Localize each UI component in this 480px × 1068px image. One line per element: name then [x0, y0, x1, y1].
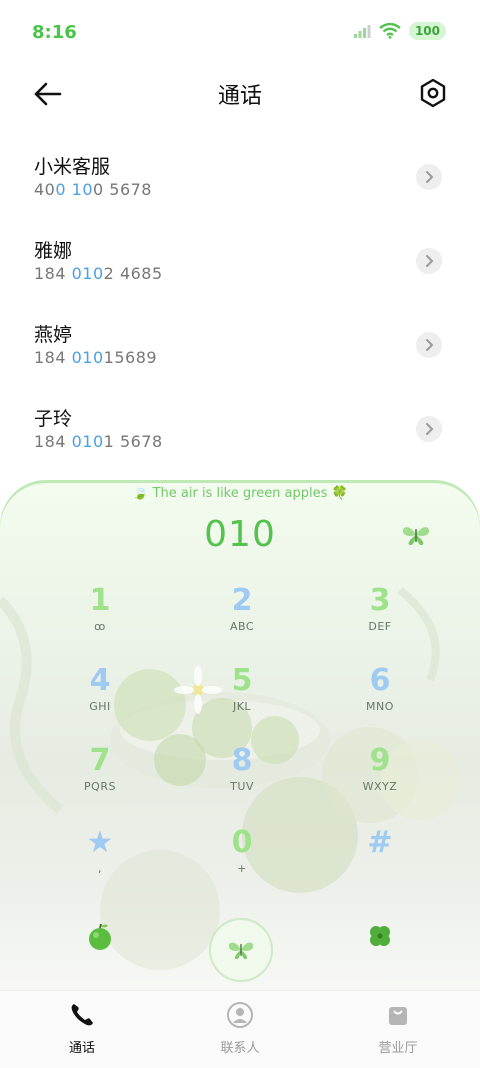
signal-icon: [353, 25, 371, 38]
dial-key-star[interactable]: ★ ,: [40, 826, 160, 896]
dial-key-7[interactable]: 7 PQRS: [40, 744, 160, 814]
clover-small-icon: 🍀: [331, 486, 348, 501]
status-time: 8:16: [32, 22, 77, 43]
leaf-icon: 🍃: [132, 486, 149, 501]
butterfly-icon[interactable]: [400, 522, 432, 548]
dial-key-hash[interactable]: #: [320, 826, 440, 896]
wifi-icon: [379, 23, 401, 39]
dial-key-1[interactable]: 1 ꝏ: [40, 584, 160, 654]
contact-suggestion-list: 小米客服 400 100 5678 雅娜 184 0102 4685 燕婷 18…: [0, 138, 480, 474]
dialer-actions: [0, 908, 480, 982]
contact-row[interactable]: 子玲 184 0101 5678: [0, 390, 480, 474]
dialer-slogan: 🍃 The air is like green apples 🍀: [132, 486, 348, 501]
chevron-right-icon[interactable]: [416, 248, 442, 274]
contact-name: 子玲: [34, 408, 73, 430]
butterfly-icon: [228, 942, 254, 960]
dial-pad-panel: 🍃 The air is like green apples 🍀 010 1 ꝏ…: [0, 480, 480, 990]
nav-tab-contacts[interactable]: 联系人: [180, 1001, 300, 1056]
status-icons: 100: [353, 22, 446, 40]
nav-label-store: 营业厅: [378, 1041, 418, 1056]
status-bar: 8:16 100: [0, 0, 480, 66]
apple-icon[interactable]: [86, 922, 114, 952]
nav-label-contacts: 联系人: [220, 1041, 260, 1056]
contact-person-icon: [227, 1002, 253, 1028]
phone-icon: [71, 1004, 93, 1026]
battery-indicator: 100: [408, 22, 446, 40]
dial-key-5[interactable]: 5 JKL: [182, 664, 302, 734]
contact-number: 184 0101 5678: [34, 432, 163, 451]
chevron-right-icon[interactable]: [416, 332, 442, 358]
contact-name: 燕婷: [34, 324, 73, 346]
four-leaf-clover-icon[interactable]: [366, 922, 394, 950]
dial-key-4[interactable]: 4 GHI: [40, 664, 160, 734]
dial-key-8[interactable]: 8 TUV: [182, 744, 302, 814]
chevron-right-icon[interactable]: [416, 164, 442, 190]
contact-number: 400 100 5678: [34, 180, 152, 199]
contact-row[interactable]: 小米客服 400 100 5678: [0, 138, 480, 222]
nav-tab-store[interactable]: 营业厅: [338, 1001, 458, 1056]
shopping-bag-icon: [389, 1007, 407, 1025]
nav-label-calls: 通话: [68, 1041, 95, 1056]
dial-key-3[interactable]: 3 DEF: [320, 584, 440, 654]
contact-number: 184 0102 4685: [34, 264, 163, 283]
contact-row[interactable]: 燕婷 184 01015689: [0, 306, 480, 390]
contact-row[interactable]: 雅娜 184 0102 4685: [0, 222, 480, 306]
header: 通话: [0, 66, 480, 122]
chevron-right-icon[interactable]: [416, 416, 442, 442]
call-button[interactable]: [209, 918, 273, 982]
dial-key-9[interactable]: 9 WXYZ: [320, 744, 440, 814]
page-title: 通话: [217, 84, 262, 109]
dial-key-2[interactable]: 2 ABC: [182, 584, 302, 654]
contact-number: 184 01015689: [34, 348, 158, 367]
contact-name: 小米客服: [34, 156, 111, 178]
dial-key-6[interactable]: 6 MNO: [320, 664, 440, 734]
settings-icon[interactable]: [416, 76, 450, 110]
nav-tab-calls[interactable]: 通话: [22, 1001, 142, 1056]
bottom-navigation: 通话 联系人 营业厅: [0, 990, 480, 1068]
dial-key-0[interactable]: 0 +: [182, 826, 302, 896]
contact-name: 雅娜: [34, 240, 73, 262]
